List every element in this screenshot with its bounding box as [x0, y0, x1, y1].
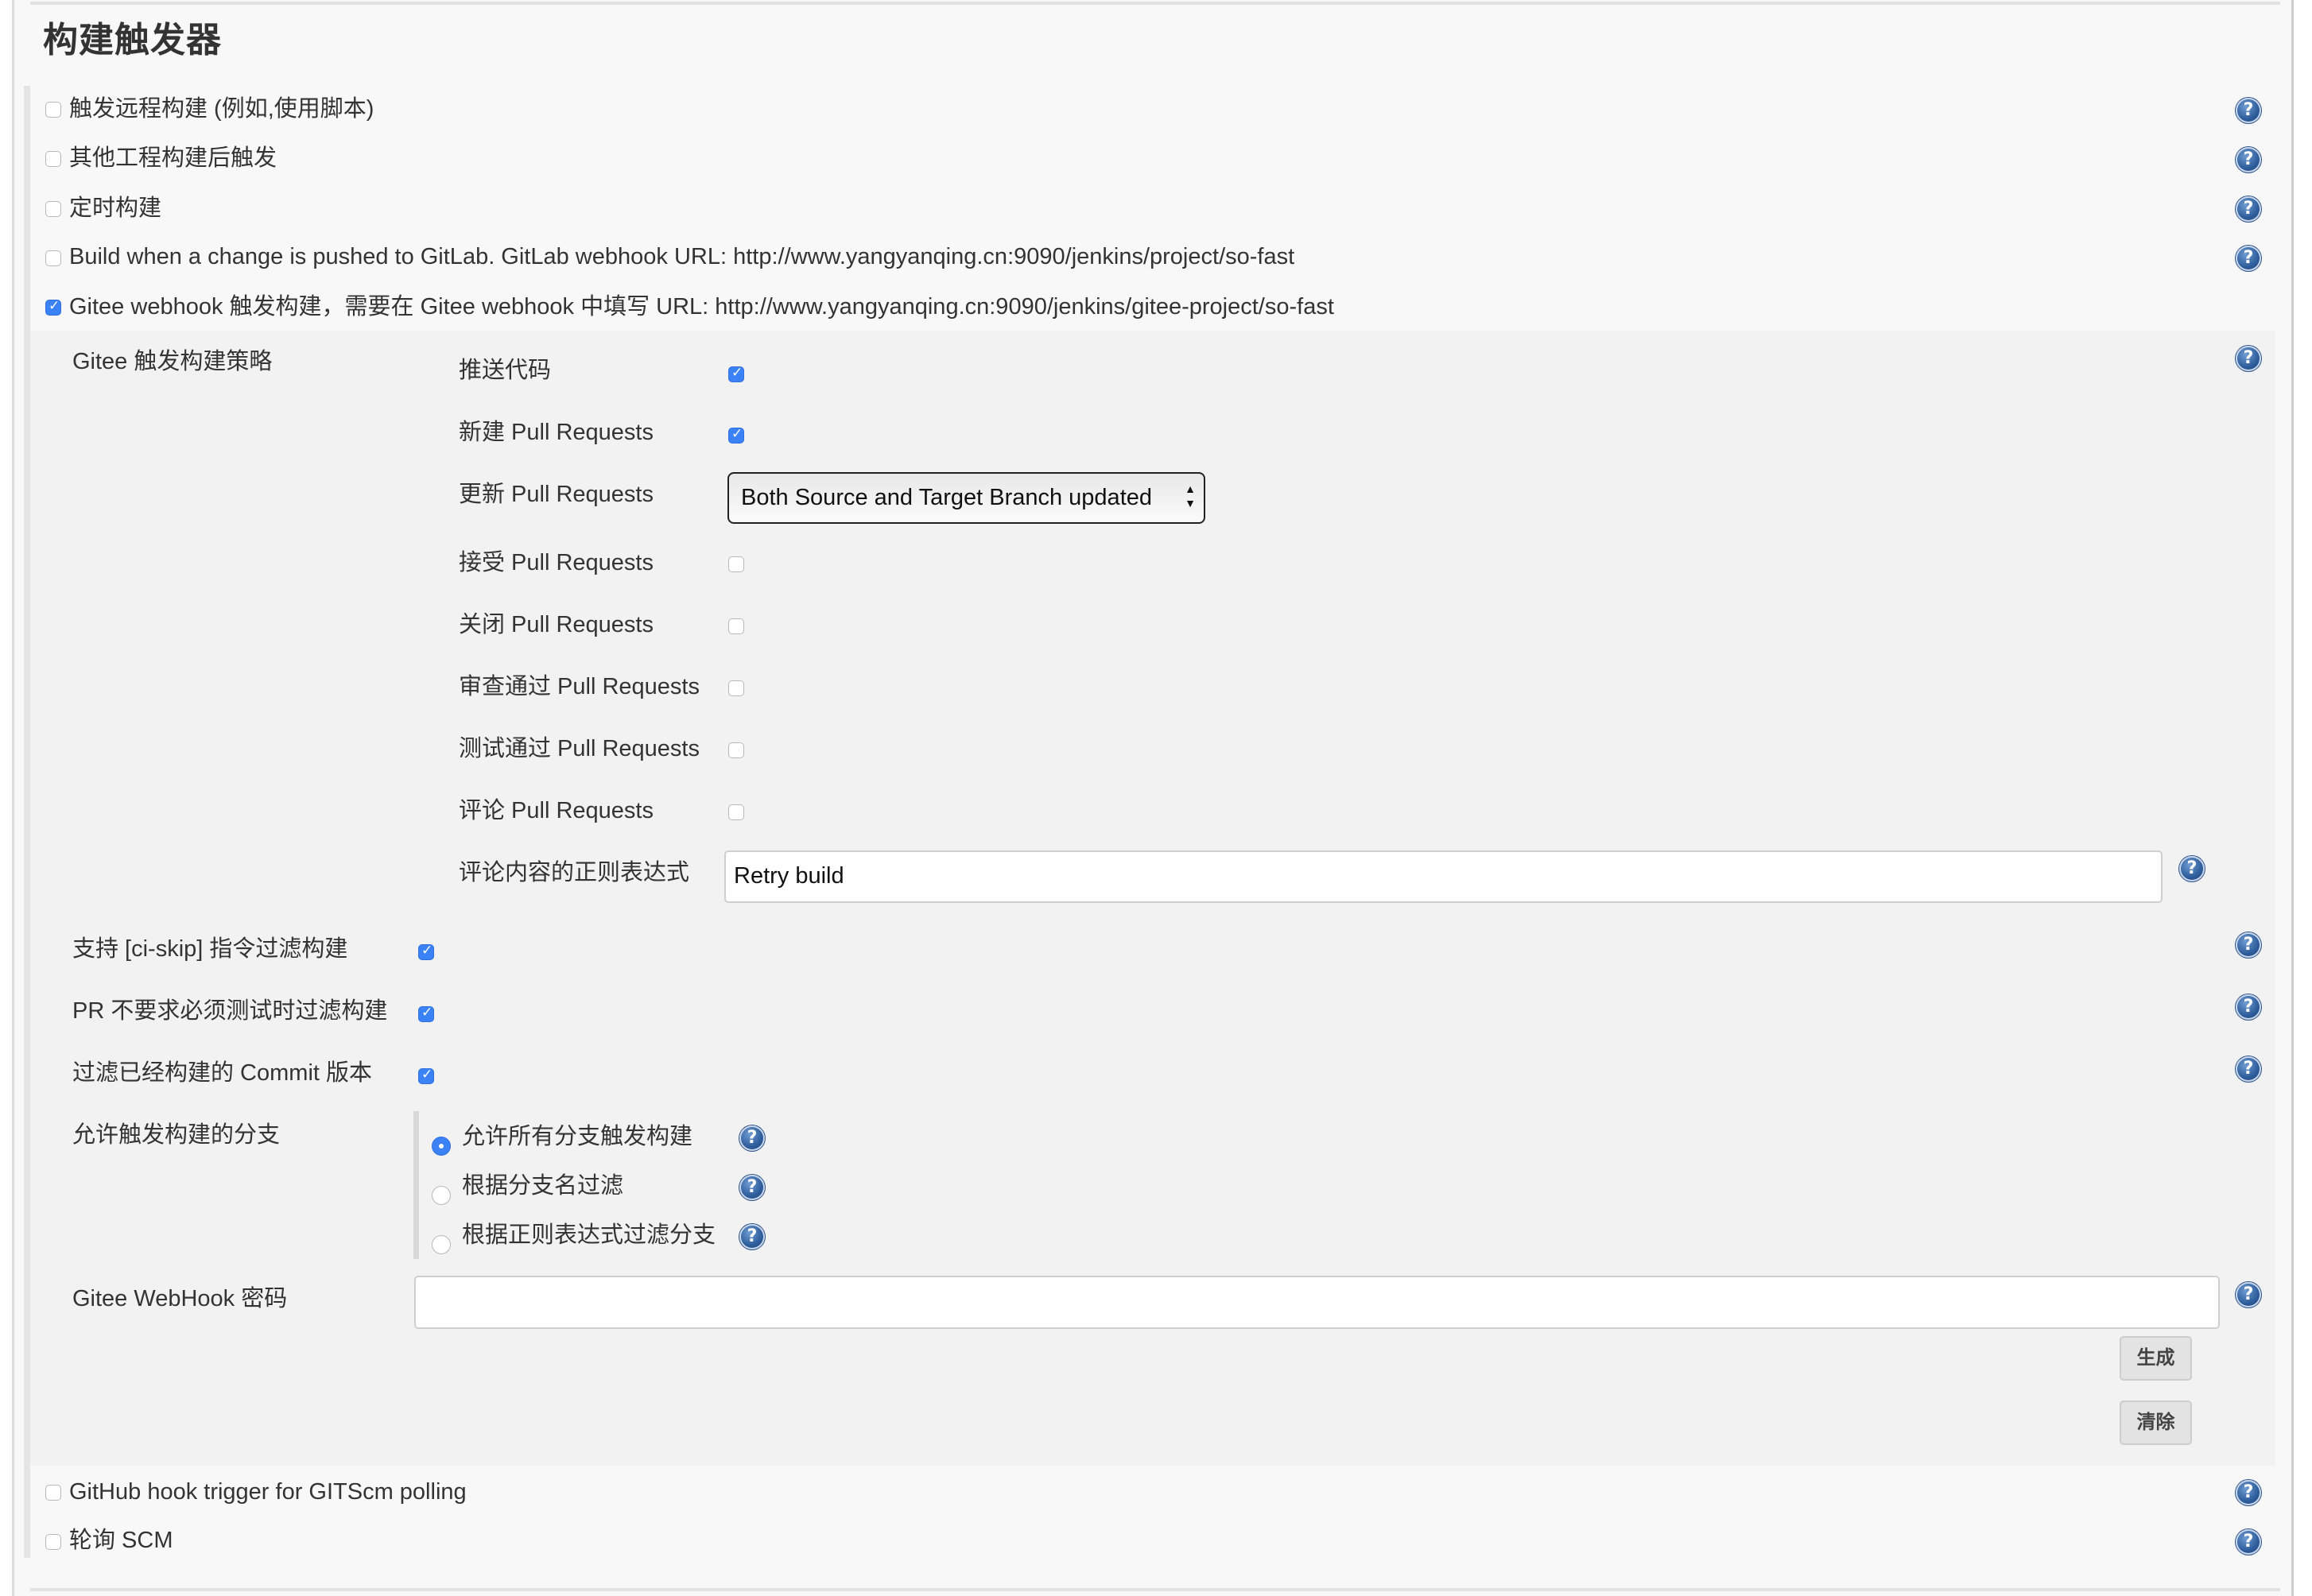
pr-no-test-filter-label: PR 不要求必须测试时过滤构建 — [72, 998, 388, 1024]
trigger-gitee-checkbox[interactable] — [45, 298, 61, 316]
branch-regex-filter-label: 根据正则表达式过滤分支 — [462, 1222, 716, 1248]
strategy-accept-pr-checkbox[interactable] — [728, 556, 744, 572]
help-icon[interactable]: ? — [2236, 1282, 2261, 1307]
branch-regex-filter-radio[interactable] — [432, 1235, 451, 1254]
strategy-comment-pr-checkbox[interactable] — [728, 804, 744, 820]
strategy-accept-pr-label: 接受 Pull Requests — [459, 550, 654, 575]
branches-label: 允许触发构建的分支 — [72, 1122, 281, 1148]
poll-scm-checkbox[interactable] — [45, 1534, 61, 1550]
help-icon[interactable]: ? — [2236, 932, 2261, 958]
help-icon[interactable]: ? — [2236, 994, 2261, 1020]
strategy-approved-pr-checkbox[interactable] — [728, 680, 744, 696]
poll-scm-label: 轮询 SCM — [69, 1528, 173, 1553]
pr-no-test-filter-checkbox[interactable] — [418, 1005, 434, 1022]
strategy-push-checkbox[interactable] — [728, 365, 744, 382]
trigger-remote-checkbox[interactable] — [45, 102, 61, 118]
help-icon[interactable]: ? — [739, 1224, 765, 1249]
strategy-approved-pr-label: 审查通过 Pull Requests — [459, 674, 700, 699]
clear-button[interactable]: 清除 — [2120, 1400, 2192, 1445]
webhook-password-label: Gitee WebHook 密码 — [72, 1286, 288, 1311]
strategy-new-pr-checkbox[interactable] — [728, 426, 744, 444]
help-icon[interactable]: ? — [739, 1175, 765, 1200]
help-icon[interactable]: ? — [2236, 1529, 2261, 1555]
help-icon[interactable]: ? — [2236, 98, 2261, 123]
branch-all-label: 允许所有分支触发构建 — [462, 1124, 693, 1149]
section-title: 构建触发器 — [43, 21, 222, 60]
filter-built-commit-checkbox[interactable] — [418, 1067, 434, 1084]
branch-name-filter-radio[interactable] — [432, 1186, 451, 1205]
help-icon[interactable]: ? — [2236, 1056, 2261, 1082]
strategy-update-pr-label: 更新 Pull Requests — [459, 482, 654, 507]
generate-button[interactable]: 生成 — [2120, 1336, 2192, 1381]
bottom-divider — [30, 1588, 2280, 1591]
help-icon[interactable]: ? — [2236, 1480, 2261, 1505]
strategy-tested-pr-checkbox[interactable] — [728, 742, 744, 758]
section-left-bar — [24, 86, 30, 1558]
select-arrows-icon: ▲ ▼ — [1185, 482, 1196, 509]
update-pr-select[interactable]: Both Source and Target Branch updated ▲ ▼ — [727, 472, 1205, 524]
trigger-periodic-checkbox[interactable] — [45, 201, 61, 217]
branch-all-radio[interactable] — [432, 1137, 451, 1156]
strategy-new-pr-label: 新建 Pull Requests — [459, 420, 654, 445]
help-icon[interactable]: ? — [739, 1125, 765, 1151]
top-divider — [30, 2, 2280, 5]
trigger-after-other-checkbox[interactable] — [45, 151, 61, 167]
gitee-strategy-label: Gitee 触发构建策略 — [72, 349, 273, 374]
help-icon[interactable]: ? — [2236, 246, 2261, 271]
strategy-close-pr-label: 关闭 Pull Requests — [459, 612, 654, 637]
trigger-gitlab-label: Build when a change is pushed to GitLab.… — [69, 244, 1295, 269]
trigger-after-other-label: 其他工程构建后触发 — [69, 145, 277, 171]
filter-built-commit-label: 过滤已经构建的 Commit 版本 — [72, 1060, 373, 1086]
webhook-password-input[interactable] — [414, 1276, 2220, 1329]
comment-regex-input[interactable]: Retry build — [724, 850, 2163, 903]
comment-regex-value: Retry build — [734, 863, 844, 889]
help-icon[interactable]: ? — [2236, 346, 2261, 371]
strategy-comment-pr-label: 评论 Pull Requests — [459, 798, 654, 823]
help-icon[interactable]: ? — [2236, 147, 2261, 172]
update-pr-select-value: Both Source and Target Branch updated — [741, 485, 1153, 510]
ci-skip-label: 支持 [ci-skip] 指令过滤构建 — [72, 936, 348, 962]
strategy-push-label: 推送代码 — [459, 358, 552, 383]
trigger-gitee-label: Gitee webhook 触发构建，需要在 Gitee webhook 中填写… — [69, 294, 1334, 320]
trigger-gitlab-checkbox[interactable] — [45, 250, 61, 266]
strategy-tested-pr-label: 测试通过 Pull Requests — [459, 736, 700, 761]
trigger-periodic-label: 定时构建 — [69, 196, 162, 221]
branch-name-filter-label: 根据分支名过滤 — [462, 1173, 624, 1199]
github-hook-checkbox[interactable] — [45, 1485, 61, 1501]
trigger-remote-label: 触发远程构建 (例如,使用脚本) — [69, 96, 374, 122]
strategy-close-pr-checkbox[interactable] — [728, 618, 744, 634]
ci-skip-checkbox[interactable] — [418, 943, 434, 960]
help-icon[interactable]: ? — [2236, 196, 2261, 222]
branches-group-bar — [413, 1111, 419, 1259]
help-icon[interactable]: ? — [2179, 856, 2205, 881]
comment-regex-label: 评论内容的正则表达式 — [459, 860, 690, 885]
github-hook-label: GitHub hook trigger for GITScm polling — [69, 1479, 467, 1505]
